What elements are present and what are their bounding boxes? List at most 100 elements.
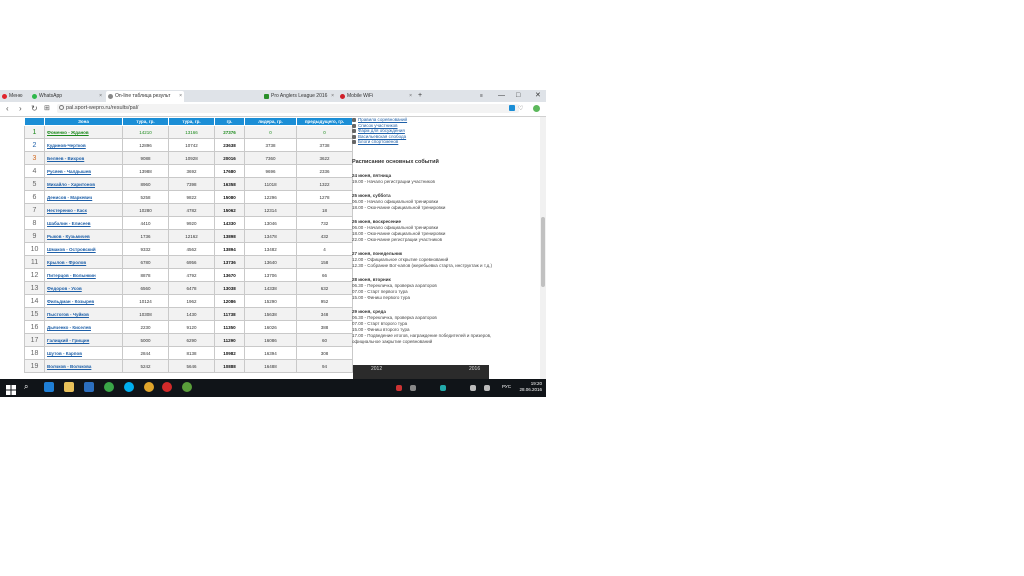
language-indicator[interactable]: РУС	[502, 384, 511, 389]
gap-prev-cell: 952	[296, 294, 353, 308]
team-name-link[interactable]: Михайло - Харитонов	[44, 177, 123, 191]
close-tab-icon[interactable]: ×	[409, 91, 412, 102]
sidebar-link-label: Список участников	[358, 122, 398, 128]
search-icon[interactable]: ⌕	[24, 382, 34, 392]
tab-bar: Меню WhatsApp × On-line таблица результ …	[0, 90, 546, 102]
tab-mobile-wifi[interactable]: Mobile WiFi ×	[338, 91, 414, 102]
table-row: 17 Галицкий - Грищин 5000 6290 11290 16086 60	[24, 333, 353, 347]
gap-leader-cell: 12314	[244, 203, 297, 217]
skype-icon[interactable]	[124, 382, 134, 392]
windows-start-icon[interactable]	[6, 382, 16, 395]
forward-icon[interactable]: ›	[19, 104, 22, 114]
table-row: 1 Фоменко - Жданов 14210 13166 27376 0 0	[24, 125, 353, 139]
tray-icon[interactable]	[440, 385, 446, 391]
system-clock[interactable]: 19:20 28.06.2016	[519, 381, 542, 393]
gap-leader-cell: 11018	[244, 177, 297, 191]
vpn-shield-icon[interactable]	[533, 105, 540, 112]
position-cell: 16	[24, 320, 45, 334]
table-row: 5 Михайло - Харитонов 8960 7398 16358 11018 13…	[24, 177, 353, 191]
team-name-link[interactable]: Рыков - Кузьмичев	[44, 229, 123, 243]
edge-icon[interactable]	[44, 382, 54, 392]
total-cell: 17680	[214, 164, 245, 178]
team-name-link[interactable]: Русяев - Чалдышев	[44, 164, 123, 178]
gap-prev-cell: 1322	[296, 177, 353, 191]
link-icon	[352, 134, 356, 139]
team-name-link[interactable]: Галицкий - Грищин	[44, 333, 123, 347]
team-name-link[interactable]: Фильдман - Козырев	[44, 294, 123, 308]
team-name-link[interactable]: Кудинов-Чертков	[44, 138, 123, 152]
back-icon[interactable]: ‹	[6, 104, 9, 114]
tray-icon[interactable]	[410, 385, 416, 391]
gap-prev-cell: 18	[296, 203, 353, 217]
chrome-icon[interactable]	[144, 382, 154, 392]
team-name-link[interactable]: Нестеренко - Каск	[44, 203, 123, 217]
total-cell: 11290	[214, 333, 245, 347]
minimize-button[interactable]: —	[498, 90, 505, 102]
team-name-link[interactable]: Крылов - Фролов	[44, 255, 123, 269]
heart-icon[interactable]: ♡	[518, 104, 523, 114]
tab-blank[interactable]	[186, 91, 260, 102]
total-cell: 13670	[214, 268, 245, 282]
url-field[interactable]: pal.sport-wepro.ru/results/pal/	[57, 104, 519, 113]
table-row: 2 Кудинов-Чертков 12896 10742 23638 3738 3738	[24, 138, 353, 152]
team-name-link[interactable]: Пыстогов - Чуйков	[44, 307, 123, 321]
close-tab-icon[interactable]: ×	[331, 91, 334, 102]
page-scrollbar[interactable]	[540, 117, 546, 379]
app-icon[interactable]	[182, 382, 192, 392]
team-name-link[interactable]: Шутов - Карпов	[44, 346, 123, 360]
network-icon[interactable]	[470, 385, 476, 391]
team-name-link[interactable]: Денисов - Маркевич	[44, 190, 123, 204]
team-name-link[interactable]: Дьяченко - Киселев	[44, 320, 123, 334]
team-name-link[interactable]: Фоменко - Жданов	[44, 125, 123, 139]
team-name-link[interactable]: Волчков - Волчкова	[44, 359, 123, 373]
tab-menu-icon[interactable]: ≡	[480, 90, 483, 102]
event-photo: 2012 2016	[353, 365, 489, 379]
gap-leader-cell: 7360	[244, 151, 297, 165]
photo-label: 2012	[371, 366, 383, 372]
table-row: 10 Шмаков - Островский 9332 4562 13894 13482 4	[24, 242, 353, 256]
close-button[interactable]: ✕	[535, 90, 541, 102]
scrollbar-thumb[interactable]	[541, 217, 545, 287]
whatsapp-taskbar-icon[interactable]	[104, 382, 114, 392]
sidebar-link-label: Фарм для обсуждения	[358, 128, 405, 133]
tour2-cell: 9920	[168, 216, 215, 230]
table-row: 3 Беляев - Вихров 9088 10928 20016 7360 3622	[24, 151, 353, 165]
volume-icon[interactable]	[484, 385, 490, 391]
store-icon[interactable]	[84, 382, 94, 392]
gap-prev-cell: 3738	[296, 138, 353, 152]
gap-prev-cell: 1278	[296, 190, 353, 204]
position-cell: 12	[24, 268, 45, 282]
gap-leader-cell: 14338	[244, 281, 297, 295]
tour2-cell: 9120	[168, 320, 215, 334]
reload-icon[interactable]: ↻	[31, 104, 38, 114]
close-tab-icon[interactable]: ×	[99, 91, 102, 102]
tab-results[interactable]: On-line таблица результ ×	[106, 91, 184, 102]
opera-taskbar-icon[interactable]	[162, 382, 172, 392]
tour1-cell: 14210	[122, 125, 169, 139]
extension-icon[interactable]	[509, 105, 515, 111]
tray-icon[interactable]	[396, 385, 402, 391]
gap-prev-cell: 632	[296, 281, 353, 295]
tour2-cell: 5646	[168, 359, 215, 373]
link-icon	[352, 129, 356, 133]
new-tab-button[interactable]: +	[418, 90, 422, 102]
file-explorer-icon[interactable]	[64, 382, 74, 392]
header-gap-prev: предыдущего, гр.	[296, 117, 353, 126]
team-name-link[interactable]: Беляев - Вихров	[44, 151, 123, 165]
sidebar-link[interactable]: Блоги спортсменов	[352, 139, 542, 145]
tab-whatsapp[interactable]: WhatsApp ×	[30, 91, 104, 102]
position-cell: 7	[24, 203, 45, 217]
opera-menu-button[interactable]: Меню	[0, 91, 23, 102]
position-cell: 1	[24, 125, 45, 139]
team-name-link[interactable]: Шмаков - Островский	[44, 242, 123, 256]
speed-dial-icon[interactable]: ⊞	[44, 104, 50, 114]
team-name-link[interactable]: Федоров - Усов	[44, 281, 123, 295]
total-cell: 27376	[214, 125, 245, 139]
close-tab-icon[interactable]: ×	[179, 91, 182, 102]
tab-pro-anglers[interactable]: Pro Anglers League 2016 ×	[262, 91, 336, 102]
gap-prev-cell: 732	[296, 216, 353, 230]
team-name-link[interactable]: Питерцов - Волынкин	[44, 268, 123, 282]
tour2-cell: 10742	[168, 138, 215, 152]
maximize-button[interactable]: □	[516, 90, 520, 102]
team-name-link[interactable]: Шабалин - Елисеев	[44, 216, 123, 230]
